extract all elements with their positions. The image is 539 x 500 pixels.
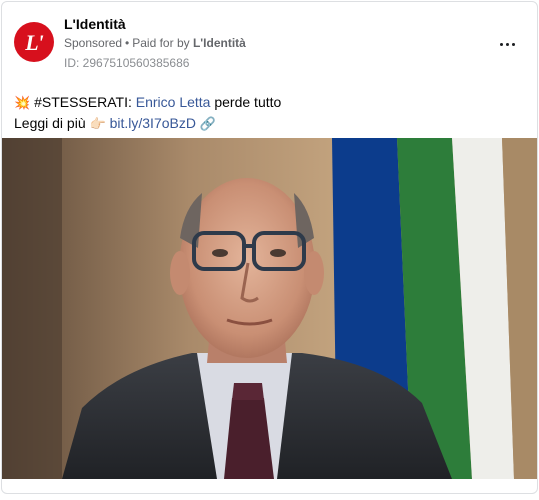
collision-emoji-icon: 💥 <box>14 95 31 110</box>
post-image[interactable] <box>2 138 537 479</box>
page-name-link[interactable]: L'Identità <box>64 16 126 32</box>
hashtag-text: #STESSERATI: <box>34 94 132 110</box>
ad-id: ID: 2967510560385686 <box>64 56 190 70</box>
sponsored-label: Sponsored <box>64 36 123 50</box>
avatar-logo-text: L' <box>25 29 44 55</box>
ad-card: L' L'Identità Sponsored • Paid for by L'Id… <box>1 1 538 494</box>
post-line-1: 💥 #STESSERATI: Enrico Letta perde tutto <box>14 92 524 113</box>
payer-name: L'Identità <box>192 36 246 50</box>
separator-dot: • <box>125 36 130 50</box>
sponsored-line: Sponsored • Paid for by L'Identità <box>64 36 246 50</box>
person-link[interactable]: Enrico Letta <box>136 94 211 110</box>
link-icon: 🔗 <box>199 116 217 131</box>
more-options-icon <box>498 33 516 51</box>
portrait-photo <box>2 138 537 479</box>
read-more-text: Leggi di più <box>14 115 86 131</box>
short-url-link[interactable]: bit.ly/3I7oBzD <box>110 115 196 131</box>
post-line-1-rest: perde tutto <box>214 94 282 110</box>
post-line-2: Leggi di più 👉🏻 bit.ly/3I7oBzD 🔗 <box>14 113 524 134</box>
post-text: 💥 #STESSERATI: Enrico Letta perde tutto … <box>14 92 524 134</box>
post-header: L' L'Identità Sponsored • Paid for by L'Id… <box>2 2 537 82</box>
pointing-hand-icon: 👉🏻 <box>89 116 106 131</box>
page-avatar[interactable]: L' <box>14 22 54 62</box>
more-options-button[interactable] <box>495 30 519 54</box>
paid-for-prefix: Paid for by <box>132 36 190 50</box>
